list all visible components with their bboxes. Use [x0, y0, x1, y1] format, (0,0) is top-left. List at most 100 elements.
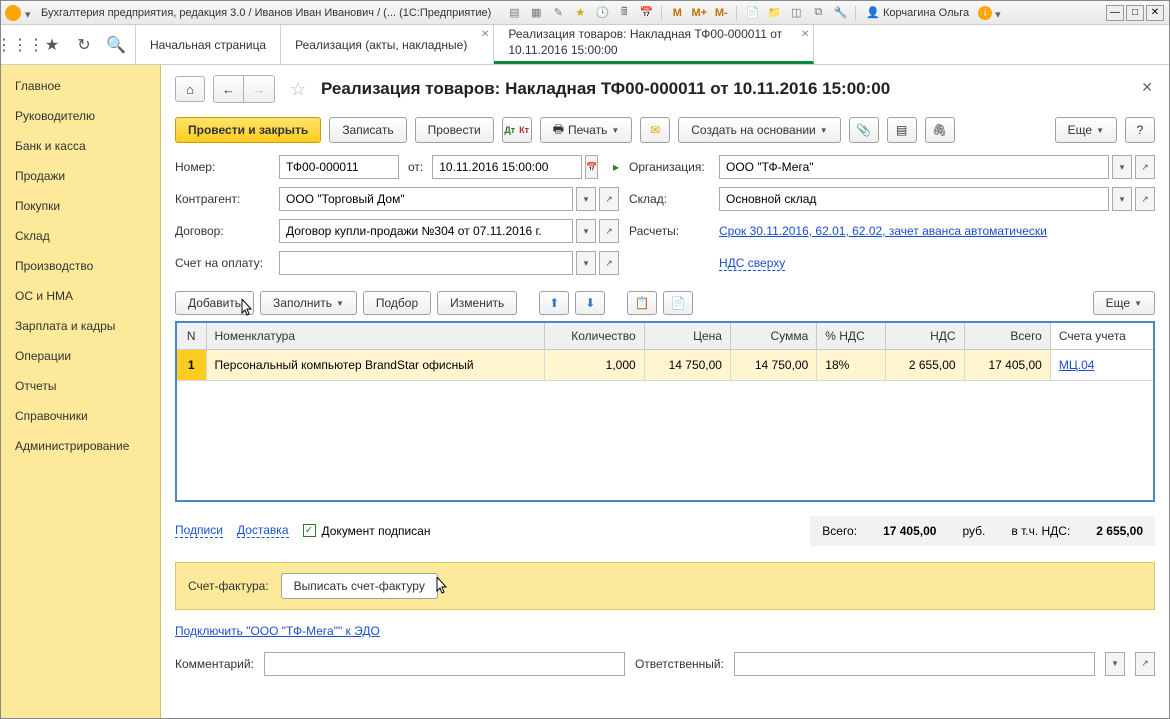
create-invoice-button[interactable]: Выписать счет-фактуру [281, 573, 438, 599]
page-close-icon[interactable]: ✕ [1141, 79, 1153, 96]
sklad-input[interactable] [719, 187, 1109, 211]
toolbar-icon[interactable]: ▤ [506, 5, 522, 21]
search-icon[interactable]: 🔍 [107, 36, 125, 54]
m-minus-icon[interactable]: M- [713, 5, 729, 21]
sidebar-item-assets[interactable]: ОС и НМА [1, 281, 160, 311]
resp-input[interactable] [734, 652, 1095, 676]
tab-document[interactable]: Реализация товаров: Накладная ТФ00-00001… [494, 25, 814, 64]
dtkt-button[interactable]: ДтКт [502, 117, 532, 143]
move-down-button[interactable]: ⬇ [575, 291, 605, 315]
m-icon[interactable]: M [669, 5, 685, 21]
create-based-button[interactable]: Создать на основании▼ [678, 117, 840, 143]
tools-icon[interactable]: 🔧 [832, 5, 848, 21]
mail-button[interactable]: ✉ [640, 117, 670, 143]
tab-close-icon[interactable]: ✕ [481, 29, 489, 40]
sidebar-item-warehouse[interactable]: Склад [1, 221, 160, 251]
app-menu-dropdown[interactable]: ▾ [25, 8, 35, 18]
user-badge[interactable]: 👤Корчагина Ольга [866, 6, 969, 19]
copy-button[interactable]: 📋 [627, 291, 657, 315]
rasch-link[interactable]: Срок 30.11.2016, 62.01, 62.02, зачет ава… [719, 224, 1047, 238]
history-icon[interactable]: ↻ [75, 36, 93, 54]
schet-input[interactable] [279, 251, 573, 275]
maximize-button[interactable]: □ [1126, 5, 1144, 21]
change-button[interactable]: Изменить [437, 291, 517, 315]
sidebar-item-refs[interactable]: Справочники [1, 401, 160, 431]
m-plus-icon[interactable]: M+ [691, 5, 707, 21]
star-icon[interactable]: ★ [43, 36, 61, 54]
folder-icon[interactable]: 📁 [766, 5, 782, 21]
edo-link[interactable]: Подключить "ООО "ТФ-Мега"" к ЭДО [175, 624, 380, 638]
calendar-picker-icon[interactable]: 📅 [585, 155, 598, 179]
help-button[interactable]: ? [1125, 117, 1155, 143]
table-more-button[interactable]: Еще▼ [1093, 291, 1155, 315]
tab-home[interactable]: Начальная страница [136, 25, 281, 64]
back-button[interactable]: ← [214, 76, 244, 102]
paste-button[interactable]: 📄 [663, 291, 693, 315]
signed-checkbox[interactable]: ✓ [303, 524, 316, 537]
open-icon[interactable]: ↗ [599, 219, 619, 243]
dropdown-icon[interactable]: ▾ [576, 187, 596, 211]
toolbar-icon[interactable]: 🕓 [594, 5, 610, 21]
post-and-close-button[interactable]: Провести и закрыть [175, 117, 321, 143]
open-icon[interactable]: ↗ [599, 251, 619, 275]
report-button[interactable]: ▤ [887, 117, 917, 143]
sidebar-item-reports[interactable]: Отчеты [1, 371, 160, 401]
info-dropdown[interactable]: ▾ [995, 8, 1005, 18]
dropdown-icon[interactable]: ▾ [576, 219, 596, 243]
open-icon[interactable]: ↗ [1135, 652, 1155, 676]
open-icon[interactable]: ↗ [1135, 187, 1155, 211]
nds-link[interactable]: НДС сверху [719, 256, 785, 271]
open-icon[interactable]: ↗ [599, 187, 619, 211]
dropdown-icon[interactable]: ▾ [1112, 155, 1132, 179]
sidebar-item-hr[interactable]: Зарплата и кадры [1, 311, 160, 341]
calendar-icon[interactable]: 📅 [638, 5, 654, 21]
contr-input[interactable] [279, 187, 573, 211]
col-nom[interactable]: Номенклатура [206, 322, 544, 350]
col-qty[interactable]: Количество [544, 322, 644, 350]
open-icon[interactable]: ↗ [1135, 155, 1155, 179]
pick-button[interactable]: Подбор [363, 291, 431, 315]
col-nds[interactable]: НДС [886, 322, 964, 350]
col-sum[interactable]: Сумма [730, 322, 816, 350]
save-button[interactable]: Записать [329, 117, 406, 143]
sidebar-item-production[interactable]: Производство [1, 251, 160, 281]
move-up-button[interactable]: ⬆ [539, 291, 569, 315]
info-icon[interactable]: i [978, 6, 992, 20]
dropdown-icon[interactable]: ▾ [1112, 187, 1132, 211]
comment-input[interactable] [264, 652, 625, 676]
tab-realization-list[interactable]: Реализация (акты, накладные)✕ [281, 25, 494, 64]
home-button[interactable]: ⌂ [175, 76, 205, 102]
toolbar-icon[interactable]: ▦ [528, 5, 544, 21]
sidebar-item-purchases[interactable]: Покупки [1, 191, 160, 221]
col-acct[interactable]: Счета учета [1050, 322, 1154, 350]
add-row-button[interactable]: Добавить [175, 291, 254, 315]
sidebar-item-admin[interactable]: Администрирование [1, 431, 160, 461]
dog-input[interactable] [279, 219, 573, 243]
new-icon[interactable]: 📄 [744, 5, 760, 21]
col-price[interactable]: Цена [644, 322, 730, 350]
col-ndspct[interactable]: % НДС [817, 322, 886, 350]
toolbar-icon[interactable]: ✎ [550, 5, 566, 21]
apps-icon[interactable]: ⋮⋮⋮ [11, 36, 29, 54]
post-button[interactable]: Провести [415, 117, 494, 143]
sidebar-item-bank[interactable]: Банк и касса [1, 131, 160, 161]
sidebar-item-operations[interactable]: Операции [1, 341, 160, 371]
favorite-icon[interactable]: ★ [572, 5, 588, 21]
fill-button[interactable]: Заполнить▼ [260, 291, 357, 315]
print-button[interactable]: 🖶Печать▼ [540, 117, 633, 143]
more-button[interactable]: Еще▼ [1055, 117, 1117, 143]
close-button[interactable]: ✕ [1146, 5, 1164, 21]
number-input[interactable] [279, 155, 399, 179]
calculator-icon[interactable]: 🖩 [616, 5, 632, 21]
sidebar-item-manager[interactable]: Руководителю [1, 101, 160, 131]
window-icon[interactable]: ⧉ [810, 5, 826, 21]
forward-button[interactable]: → [244, 76, 274, 102]
date-input[interactable] [432, 155, 582, 179]
sidebar-item-main[interactable]: Главное [1, 71, 160, 101]
table-row[interactable]: 1 Персональный компьютер BrandStar офисн… [176, 350, 1154, 381]
org-input[interactable] [719, 155, 1109, 179]
tab-close-icon[interactable]: ✕ [801, 29, 809, 40]
col-n[interactable]: N [176, 322, 206, 350]
delivery-link[interactable]: Доставка [237, 523, 289, 538]
compare-icon[interactable]: ◫ [788, 5, 804, 21]
